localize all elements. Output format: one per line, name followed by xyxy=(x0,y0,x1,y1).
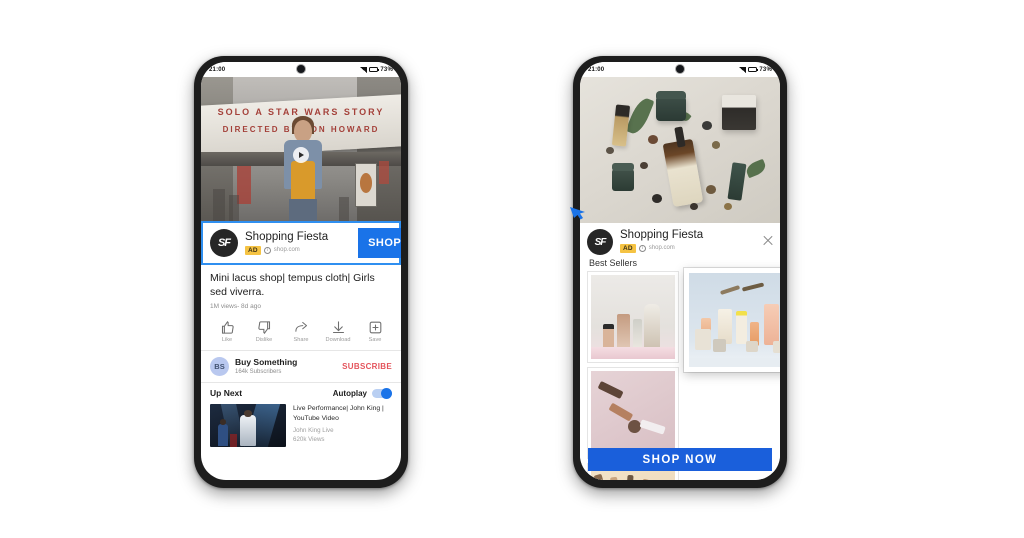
front-camera-punch-hole xyxy=(297,65,305,73)
up-next-views: 620k Views xyxy=(293,435,325,443)
video-stats: 1M views- 8d ago xyxy=(210,302,261,310)
product-image-3 xyxy=(591,371,675,455)
battery-icon xyxy=(369,67,380,72)
up-next-item[interactable]: Live Performance| John King | YouTube Vi… xyxy=(201,402,401,456)
phone-mockup-left: 21:00 73% SOLO A STAR WARS STORY DIRECTE… xyxy=(194,56,408,488)
channel-subscribers: 164k Subscribers xyxy=(235,369,282,376)
status-battery-percent: 73% xyxy=(380,66,393,73)
channel-avatar: BS xyxy=(210,357,229,377)
channel-name: Buy Something xyxy=(235,357,298,368)
info-icon[interactable]: i xyxy=(638,244,646,252)
download-icon xyxy=(332,321,344,333)
thumbs-up-icon xyxy=(221,320,234,334)
phone-left-screen: 21:00 73% SOLO A STAR WARS STORY DIRECTE… xyxy=(201,62,401,480)
phone-right-screen: 21:00 73% SF Shopping Fiesta AD i shop.c… xyxy=(580,62,780,480)
share-arrow-icon xyxy=(294,321,307,332)
close-x-icon[interactable] xyxy=(762,234,774,246)
action-label: Share xyxy=(293,337,309,344)
signal-bars-icon xyxy=(360,66,368,73)
status-time: 21:00 xyxy=(209,66,226,73)
product-image-2 xyxy=(689,273,780,367)
signal-bars-icon xyxy=(739,66,747,73)
advertiser-url: shop.com xyxy=(273,247,300,254)
action-save[interactable]: Save xyxy=(360,320,390,344)
advertiser-logo: SF xyxy=(587,229,613,255)
action-label: Like xyxy=(221,337,233,344)
status-time: 21:00 xyxy=(588,66,605,73)
action-download[interactable]: Download xyxy=(323,320,353,344)
video-player-left[interactable]: SOLO A STAR WARS STORY DIRECTED BY RON H… xyxy=(201,77,401,221)
thumbs-down-icon xyxy=(257,321,270,334)
action-label: Dislike xyxy=(255,337,273,344)
advertiser-url: shop.com xyxy=(648,245,675,252)
ad-banner-right[interactable]: SF Shopping Fiesta AD i shop.com xyxy=(580,223,780,255)
product-card[interactable] xyxy=(588,368,678,458)
status-battery-percent: 73% xyxy=(759,66,772,73)
play-icon[interactable] xyxy=(293,146,309,163)
autoplay-toggle[interactable] xyxy=(372,387,392,399)
product-image-1 xyxy=(591,275,675,359)
up-next-channel: John King Live xyxy=(293,426,334,434)
product-card-featured[interactable] xyxy=(684,268,780,372)
shop-now-button-left[interactable]: SHOP NOW xyxy=(358,228,401,258)
autoplay-label: Autoplay xyxy=(332,388,367,398)
video-info-left: Mini lacus shop| tempus cloth| Girls sed… xyxy=(201,265,401,314)
up-next-title: Live Performance| John King | YouTube Vi… xyxy=(293,405,384,423)
battery-icon xyxy=(748,67,759,72)
phone-mockup-right: 21:00 73% SF Shopping Fiesta AD i shop.c… xyxy=(573,56,787,488)
action-like[interactable]: Like xyxy=(212,320,242,344)
advertiser-name: Shopping Fiesta xyxy=(245,231,329,244)
advertiser-name: Shopping Fiesta xyxy=(620,229,704,241)
subscribe-button[interactable]: SUBSCRIBE xyxy=(342,362,392,371)
save-plus-icon xyxy=(369,321,381,334)
up-next-label: Up Next xyxy=(210,388,243,399)
channel-row[interactable]: BS Buy Something 164k Subscribers SUBSCR… xyxy=(201,351,401,384)
info-icon[interactable]: i xyxy=(263,246,271,254)
ad-badge: AD xyxy=(620,243,636,253)
arrow-cursor-icon xyxy=(569,203,591,223)
action-label: Save xyxy=(368,337,382,344)
advertiser-logo: SF xyxy=(210,229,238,257)
action-dislike[interactable]: Dislike xyxy=(249,320,279,344)
action-label: Download xyxy=(325,337,351,344)
ad-badge: AD xyxy=(245,245,261,255)
ad-banner-left[interactable]: SF Shopping Fiesta AD i shop.com SHOP NO… xyxy=(201,221,401,265)
up-next-thumbnail[interactable] xyxy=(210,404,286,448)
video-actions-row: Like Dislike Share Download Save xyxy=(201,313,401,352)
front-camera-punch-hole xyxy=(676,65,684,73)
video-title: Mini lacus shop| tempus cloth| Girls sed… xyxy=(210,272,375,298)
shop-now-button-right[interactable]: SHOP NOW xyxy=(588,448,772,471)
up-next-bar: Up Next Autoplay xyxy=(201,383,401,403)
screenshot-canvas: 21:00 73% SOLO A STAR WARS STORY DIRECTE… xyxy=(0,0,1024,538)
action-share[interactable]: Share xyxy=(286,320,316,344)
product-card[interactable] xyxy=(588,272,678,362)
ad-hero-image[interactable] xyxy=(580,77,780,223)
